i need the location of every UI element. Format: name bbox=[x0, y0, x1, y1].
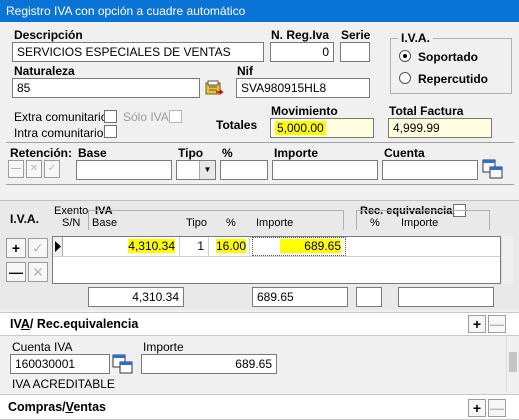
compras-ventas-title: Compras/Ventas bbox=[8, 400, 106, 414]
add-compras-button[interactable]: + bbox=[468, 399, 486, 417]
ret-importe-field[interactable] bbox=[272, 160, 378, 180]
row-importe-value: 689.65 bbox=[280, 239, 341, 253]
intra-comunitario-checkbox[interactable] bbox=[104, 125, 117, 138]
rec-total-importe bbox=[398, 287, 494, 307]
iva-tipo-header: Tipo bbox=[186, 217, 207, 229]
ret-pct-field[interactable] bbox=[220, 160, 268, 180]
ret-edit-button[interactable]: — bbox=[8, 160, 24, 178]
soportado-radio[interactable] bbox=[399, 50, 411, 62]
descripcion-field[interactable]: SERVICIOS ESPECIALES DE VENTAS bbox=[12, 42, 264, 62]
rec-importe-header: Importe bbox=[401, 217, 439, 229]
row-importe-cell: 689.65 bbox=[252, 237, 346, 256]
extra-comunitario-label: Extra comunitario bbox=[14, 110, 108, 124]
iva-rec-panel-title: IVA/ Rec.equivalencia bbox=[10, 317, 138, 331]
serie-label: Serie bbox=[341, 28, 371, 42]
extra-comunitario-checkbox[interactable] bbox=[104, 110, 117, 123]
nif-label: Nif bbox=[237, 64, 253, 78]
row-tipo-cell: 1 bbox=[181, 237, 209, 256]
grid-scrollbar[interactable] bbox=[501, 236, 513, 284]
iva-group-label: I.V.A. bbox=[398, 31, 433, 45]
iva-total-base: 4,310.34 bbox=[88, 287, 184, 307]
iva-header-box bbox=[88, 210, 344, 230]
row-base-value: 4,310.34 bbox=[128, 239, 175, 253]
scroll-thumb[interactable] bbox=[509, 352, 517, 372]
add-iva-button[interactable]: + bbox=[468, 315, 486, 333]
iva-total-importe: 689.65 bbox=[252, 287, 348, 307]
row-pct-value: 16.00 bbox=[215, 239, 246, 253]
cuenta-iva-field[interactable]: 160030001 bbox=[10, 354, 110, 374]
rec-total-pct bbox=[356, 287, 382, 307]
ret-cuenta-lookup-icon[interactable] bbox=[482, 158, 504, 180]
totales-label: Totales bbox=[216, 118, 258, 132]
compras-title-part1: Compras/ bbox=[8, 400, 66, 414]
ret-cuenta-label: Cuenta bbox=[384, 146, 425, 160]
row-selector[interactable] bbox=[53, 237, 63, 256]
retencion-label: Retención: bbox=[10, 146, 73, 160]
movimiento-value: 5,000.00 bbox=[275, 121, 326, 135]
row-base-cell: 4,310.34 bbox=[64, 237, 180, 256]
add-row-button[interactable]: + bbox=[6, 238, 26, 258]
total-factura-field[interactable]: 4,999.99 bbox=[388, 118, 492, 138]
ret-check-button[interactable]: ✓ bbox=[44, 160, 60, 178]
divider bbox=[6, 184, 514, 185]
divider bbox=[6, 142, 514, 143]
remove-iva-button[interactable]: — bbox=[488, 315, 506, 333]
nreg-label: N. Reg.Iva bbox=[271, 28, 330, 42]
grid-row-divider bbox=[53, 256, 500, 257]
descripcion-label: Descripción bbox=[14, 28, 83, 42]
sn-label: S/N bbox=[62, 217, 81, 229]
window-title: Registro IVA con opción a cuadre automát… bbox=[0, 0, 519, 22]
iva-section-label: I.V.A. bbox=[10, 212, 39, 226]
remove-row-button[interactable]: — bbox=[6, 262, 26, 282]
intra-comunitario-label: Intra comunitario bbox=[14, 126, 104, 140]
naturaleza-label: Naturaleza bbox=[14, 64, 75, 78]
compras-title-part2: entas bbox=[73, 400, 106, 414]
ret-pct-label: % bbox=[222, 146, 233, 160]
ret-base-field[interactable] bbox=[76, 160, 172, 180]
iva-rec-title-part2: / Rec.equivalencia bbox=[29, 317, 139, 331]
importe-label: Importe bbox=[143, 340, 184, 354]
naturaleza-field[interactable]: 85 bbox=[12, 78, 200, 98]
repercutido-radio[interactable] bbox=[399, 72, 411, 84]
ret-tipo-select[interactable]: ▼ bbox=[176, 160, 216, 180]
naturaleza-lookup-icon[interactable] bbox=[204, 78, 224, 98]
total-factura-label: Total Factura bbox=[389, 104, 464, 118]
iva-pct-header: % bbox=[226, 217, 236, 229]
cancel-row-button[interactable]: ✕ bbox=[28, 262, 48, 282]
importe-field[interactable]: 689.65 bbox=[141, 354, 277, 374]
iva-base-header: Base bbox=[92, 217, 118, 229]
nif-field[interactable]: SVA980915HL8 bbox=[236, 78, 370, 98]
repercutido-label[interactable]: Repercutido bbox=[418, 72, 488, 86]
iva-importe-header: Importe bbox=[256, 217, 294, 229]
remove-compras-button[interactable]: — bbox=[488, 399, 506, 417]
solo-iva-checkbox[interactable] bbox=[169, 110, 182, 123]
iva-rec-title-underline: A bbox=[20, 317, 30, 331]
table-row[interactable]: 4,310.34 1 16.00 689.65 bbox=[64, 237, 500, 256]
cuenta-lookup-icon[interactable] bbox=[112, 353, 134, 375]
iva-rec-title-part1: IV bbox=[10, 317, 21, 331]
rec-pct-header: % bbox=[370, 217, 380, 229]
cuenta-desc: IVA ACREDITABLE bbox=[12, 377, 115, 391]
soportado-label[interactable]: Soportado bbox=[418, 50, 478, 64]
solo-iva-label: Sólo IVA bbox=[123, 110, 169, 124]
ret-importe-label: Importe bbox=[274, 146, 319, 160]
row-pct-cell: 16.00 bbox=[210, 237, 250, 256]
nreg-field[interactable]: 0 bbox=[270, 42, 334, 62]
edit-row-button[interactable]: ✓ bbox=[28, 238, 48, 258]
row-pointer-icon bbox=[55, 241, 61, 252]
ret-delete-button[interactable]: ✕ bbox=[26, 160, 42, 178]
ret-tipo-label: Tipo bbox=[178, 146, 204, 160]
serie-field[interactable] bbox=[340, 42, 370, 62]
cuenta-iva-label: Cuenta IVA bbox=[12, 340, 73, 354]
ret-cuenta-field[interactable] bbox=[382, 160, 478, 180]
ret-base-label: Base bbox=[78, 146, 107, 160]
panel-scrollbar[interactable] bbox=[506, 336, 519, 392]
movimiento-field[interactable]: 5,000.00 bbox=[270, 118, 374, 138]
chevron-down-icon[interactable]: ▼ bbox=[199, 161, 215, 179]
movimiento-label: Movimiento bbox=[271, 104, 338, 118]
